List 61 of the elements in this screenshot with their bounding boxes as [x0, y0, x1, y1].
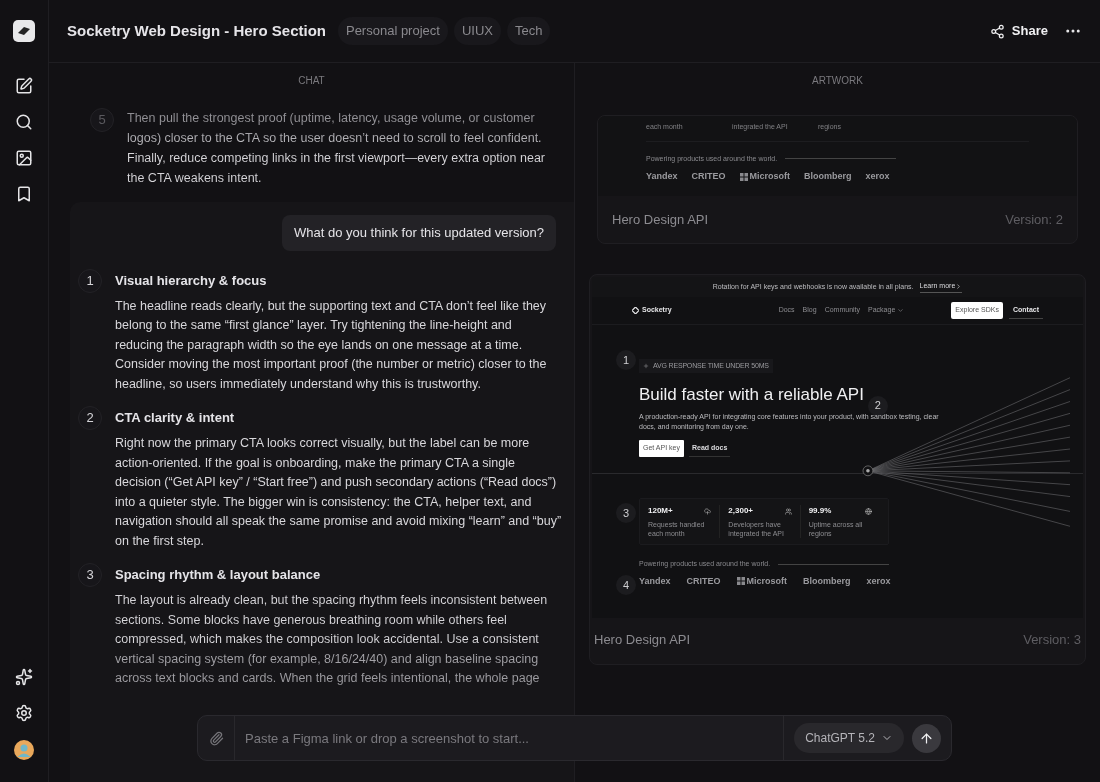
item-title: Spacing rhythm & layout balance [115, 566, 322, 584]
model-selector[interactable]: ChatGPT 5.2 [794, 723, 904, 753]
brand-mark-icon [632, 307, 639, 314]
marker-badge: 1 [616, 350, 636, 370]
share-icon [989, 23, 1005, 39]
step-number: 1 [78, 268, 102, 293]
column-heading: CHAT [298, 74, 325, 88]
paperclip-icon[interactable] [208, 730, 224, 746]
item-text: The headline reads clearly, but the supporting text and CTA don’t feel like they belong to the same “first glance” layer. Try tightening the line-height and reducing the paragraph width so the eye lands on one message at a time. Consider moving the most important proof (the number or metric) closer to the headline, so users immediately understand why this is trustworthy. [115, 297, 548, 393]
user-message: What do you think for this updated version? [281, 215, 556, 251]
column-heading: ARTWORK [812, 74, 863, 88]
client-logo: CRITEO [686, 574, 721, 588]
share-button[interactable]: Share [989, 21, 1048, 41]
globe-icon [865, 507, 872, 515]
bookmark-icon[interactable] [15, 185, 33, 203]
send-button[interactable] [912, 723, 941, 753]
plus-icon [643, 363, 649, 369]
stat-value: 120M+ [648, 505, 673, 517]
prompt-input[interactable]: Paste a Figma link or drop a screenshot to start... [235, 716, 784, 760]
hero-headline: Build faster with a reliable API [639, 384, 864, 406]
client-logo: Microsoft [739, 170, 791, 184]
step-number: 5 [90, 108, 114, 132]
artwork-title: Hero Design API [594, 631, 691, 650]
marker-badge: 3 [616, 503, 636, 523]
client-logo: CRITEO [691, 170, 726, 183]
tag-chip[interactable]: Tech [507, 17, 551, 45]
item-title: Visual hierarchy & focus [115, 271, 268, 290]
client-logo: xerox [865, 170, 890, 183]
new-chat-icon[interactable] [15, 77, 33, 95]
grid-icon [739, 172, 748, 181]
prompt-bar[interactable]: Paste a Figma link or drop a screenshot to start... ChatGPT 5.2 [197, 715, 952, 761]
caret-icon [897, 307, 905, 314]
grid-icon [736, 577, 745, 586]
client-logo: Yandex [639, 574, 671, 588]
item-title: CTA clarity & intent [115, 409, 236, 427]
client-logo: Microsoft [736, 574, 788, 588]
step-number: 2 [78, 406, 102, 430]
search-icon[interactable] [15, 113, 33, 131]
project-title: Socketry Web Design - Hero Section [67, 20, 326, 41]
client-logo: Bloomberg [803, 574, 851, 588]
client-logo: Bloomberg [804, 170, 852, 183]
marker-badge: 4 [616, 575, 636, 595]
client-logo: Yandex [646, 170, 678, 183]
settings-icon[interactable] [15, 704, 33, 722]
tag-chip[interactable]: UIUX [453, 17, 501, 45]
client-logo: xerox [866, 574, 891, 588]
image-icon[interactable] [15, 149, 33, 167]
step-number: 3 [78, 563, 102, 587]
sparkles-icon[interactable] [15, 668, 33, 686]
version-label: Version: 2 [1005, 210, 1063, 229]
stat-value: 2,300+ [728, 505, 754, 517]
artwork-title: Hero Design API [612, 210, 709, 229]
item-text: Right now the primary CTA looks correct visually, but the label can be more action-oriented. If the goal is onboarding, make the primary CTA a single decision (“Get API key” / “Start free”) and push secondary actions (“Read docs”) into a quieter style. The bigger win is consistency: the CTA, helper text, and navigation should all speak the same promise and avoid mixing “learn” and “buy” on the first step. [115, 435, 563, 550]
chevron-icon [955, 283, 963, 290]
tag-chip[interactable]: Personal project [337, 17, 448, 45]
cloud-icon [704, 507, 712, 515]
avatar[interactable] [14, 740, 34, 760]
stat-value: 99.9% [808, 505, 832, 517]
users-icon [784, 507, 792, 515]
app-logo[interactable] [13, 20, 35, 42]
version-label: Version: 3 [1023, 631, 1081, 650]
